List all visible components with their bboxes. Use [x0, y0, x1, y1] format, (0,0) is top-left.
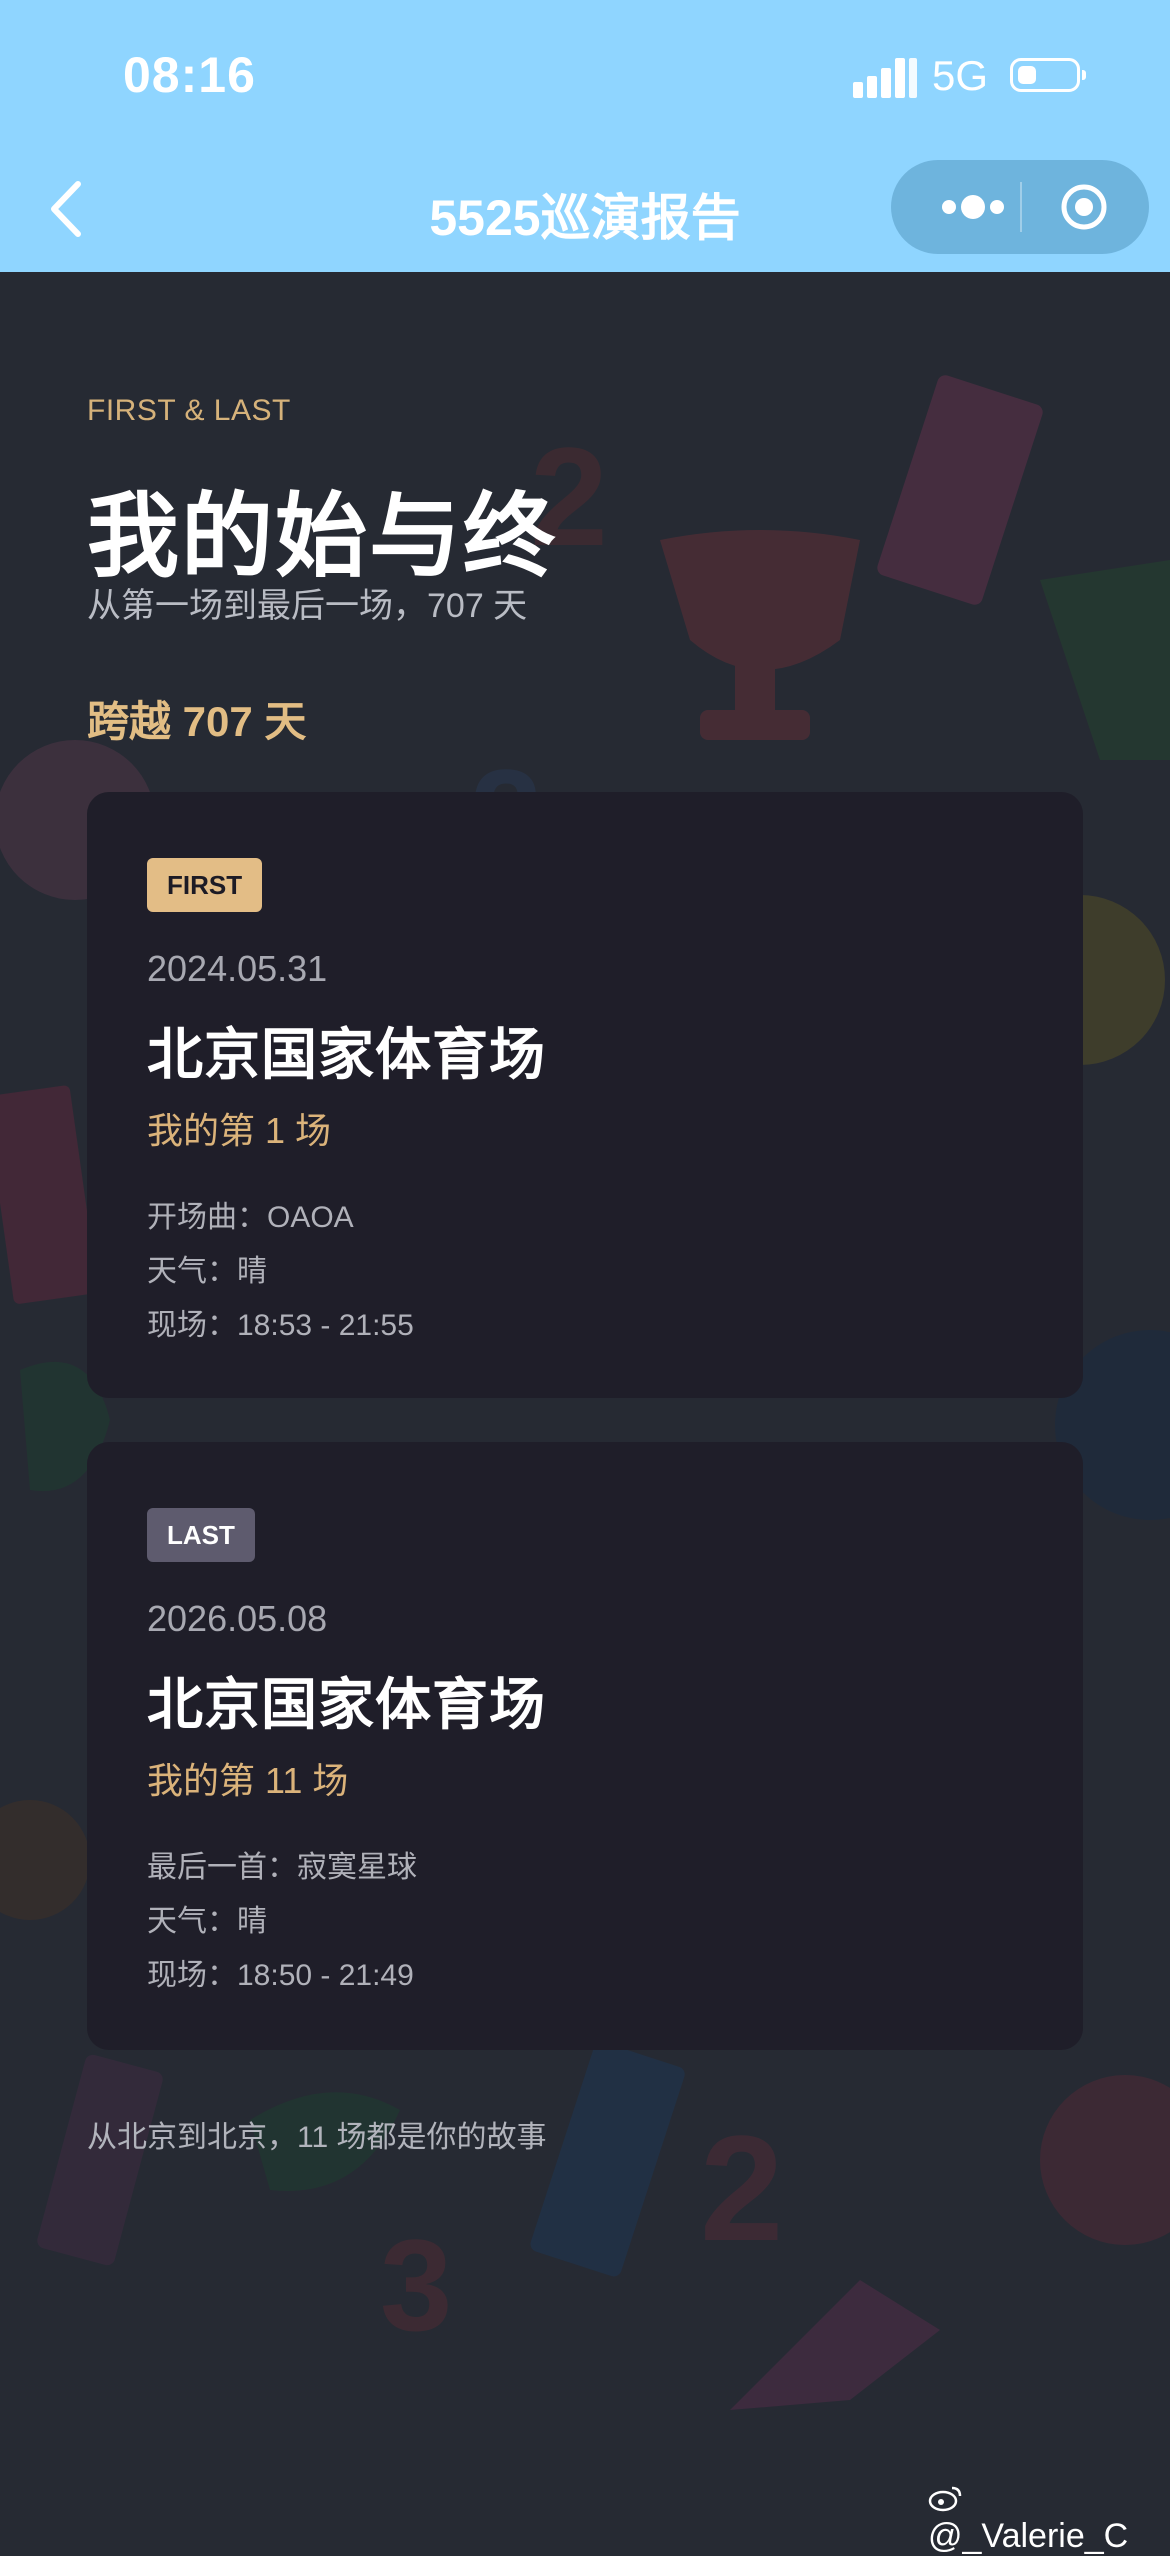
show-time: 现场：18:53 - 21:55 — [147, 1309, 414, 1342]
network-type: 5G — [932, 52, 989, 99]
section-heading: 我的始与终 — [87, 486, 558, 588]
first-show-card: FIRST 2024.05.31 北京国家体育场 我的第 1 场 开场曲：OAO… — [87, 792, 1083, 1398]
hat-doodle — [1040, 560, 1170, 760]
show-count: 我的第 11 场 — [147, 1760, 349, 1801]
show-count: 我的第 1 场 — [147, 1110, 332, 1151]
hat-doodle — [730, 2280, 940, 2410]
section-eyebrow: FIRST & LAST — [87, 394, 291, 427]
show-date: 2026.05.08 — [147, 1598, 328, 1639]
status-time: 08:16 — [123, 47, 256, 103]
watermark-text: @_Valerie_C — [928, 2517, 1129, 2555]
last-show-card: LAST 2026.05.08 北京国家体育场 我的第 11 场 最后一首：寂寞… — [87, 1442, 1083, 2050]
weather: 天气：晴 — [147, 1905, 267, 1938]
show-venue: 北京国家体育场 — [147, 1023, 546, 1086]
number-three-doodle: 3 — [380, 2212, 452, 2358]
final-song: 最后一首：寂寞星球 — [147, 1851, 417, 1884]
weather: 天气：晴 — [147, 1255, 267, 1288]
battery-icon — [1010, 58, 1086, 92]
ticket-doodle — [877, 375, 1043, 605]
last-badge: LAST — [147, 1508, 255, 1562]
more-options-icon[interactable] — [927, 180, 1027, 234]
summary-footer: 从北京到北京，11 场都是你的故事 — [87, 2121, 547, 2154]
face-doodle — [1040, 2075, 1170, 2245]
drumstick-doodle — [0, 1800, 90, 1920]
show-venue: 北京国家体育场 — [147, 1673, 546, 1736]
mini-program-capsule — [891, 160, 1149, 254]
capsule-divider — [1020, 182, 1022, 232]
span-days: 跨越 707 天 — [87, 698, 307, 745]
top-bar: 08:16 5G 5525巡演报告 — [0, 0, 1170, 272]
show-date: 2024.05.31 — [147, 948, 328, 989]
ticket-doodle — [530, 2042, 685, 2277]
opening-song: 开场曲：OAOA — [147, 1201, 354, 1234]
close-mini-program-icon[interactable] — [1059, 182, 1109, 232]
section-subheading: 从第一场到最后一场，707 天 — [87, 587, 528, 625]
weibo-logo-icon — [928, 2486, 962, 2512]
ticket-doodle — [37, 2054, 163, 2266]
ticket-doodle — [0, 1085, 98, 1304]
number-two-doodle: 2 — [700, 2104, 783, 2272]
signal-icon — [853, 58, 917, 98]
trophy-doodle — [660, 530, 860, 740]
show-time: 现场：18:50 - 21:49 — [147, 1959, 414, 1992]
first-badge: FIRST — [147, 858, 263, 912]
weibo-watermark: @_Valerie_C — [928, 2478, 1170, 2556]
